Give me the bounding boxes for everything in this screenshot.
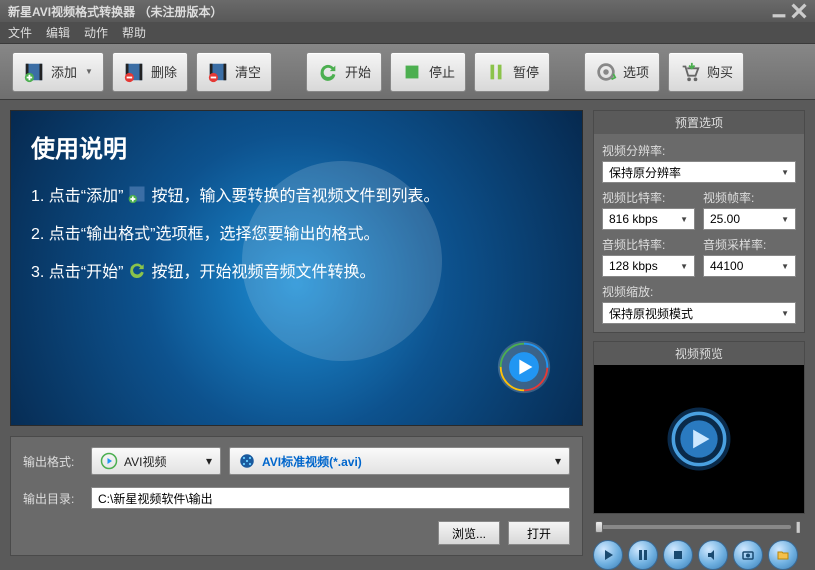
video-res-label: 视频分辨率: <box>602 142 796 159</box>
format-icon <box>238 452 256 470</box>
audio-bitrate-select[interactable]: 128 kbps▼ <box>602 255 695 277</box>
audio-sample-select[interactable]: 44100▼ <box>703 255 796 277</box>
refresh-icon <box>127 260 147 280</box>
preset-title: 预置选项 <box>594 111 804 134</box>
audio-sample-label: 音频采样率: <box>703 236 796 253</box>
stop-icon <box>401 61 423 83</box>
pause-button[interactable]: 暂停 <box>474 52 550 92</box>
preview-panel: 视频预览 <box>593 341 805 514</box>
video-fps-label: 视频帧率: <box>703 189 796 206</box>
output-dir-label: 输出目录: <box>23 490 83 507</box>
video-scale-label: 视频缩放: <box>602 283 796 300</box>
stop-button[interactable]: 停止 <box>390 52 466 92</box>
audio-bitrate-label: 音频比特率: <box>602 236 695 253</box>
seek-slider-row: ▌ <box>593 522 805 532</box>
open-button[interactable]: 打开 <box>508 521 570 545</box>
preset-panel: 预置选项 视频分辨率: 保持原分辨率▼ 视频比特率: 816 kbps▼ 视频帧… <box>593 110 805 333</box>
pause-icon <box>485 61 507 83</box>
preview-area <box>594 365 804 513</box>
video-scale-select[interactable]: 保持原视频模式▼ <box>602 302 796 324</box>
banner-heading: 使用说明 <box>31 129 562 164</box>
add-button[interactable]: 添加▼ <box>12 52 104 92</box>
film-delete-icon <box>123 61 145 83</box>
menu-help[interactable]: 帮助 <box>122 24 146 41</box>
output-format-category[interactable]: AVI视频 ▾ <box>91 447 221 475</box>
seek-end-icon: ▌ <box>797 522 803 532</box>
preview-title: 视频预览 <box>594 342 804 365</box>
menubar: 文件 编辑 动作 帮助 <box>0 22 815 44</box>
delete-button[interactable]: 删除 <box>112 52 188 92</box>
dropdown-icon: ▼ <box>85 67 93 76</box>
start-button[interactable]: 开始 <box>306 52 382 92</box>
play-circle-icon <box>100 452 118 470</box>
options-button[interactable]: 选项 <box>584 52 660 92</box>
titlebar: 新星AVI视频格式转换器 （未注册版本） <box>0 0 815 22</box>
film-clear-icon <box>207 61 229 83</box>
minimize-button[interactable] <box>771 4 787 18</box>
output-format-detail[interactable]: AVI标准视频(*.avi) ▾ <box>229 447 570 475</box>
output-dir-input[interactable] <box>91 487 570 509</box>
video-fps-select[interactable]: 25.00▼ <box>703 208 796 230</box>
menu-action[interactable]: 动作 <box>84 24 108 41</box>
film-add-icon <box>23 61 45 83</box>
film-add-icon <box>127 184 147 204</box>
toolbar: 添加▼ 删除 清空 开始 停止 暂停 选项 购买 <box>0 44 815 100</box>
refresh-icon <box>317 61 339 83</box>
menu-edit[interactable]: 编辑 <box>46 24 70 41</box>
video-bitrate-select[interactable]: 816 kbps▼ <box>602 208 695 230</box>
play-circle-icon <box>664 404 734 474</box>
buy-button[interactable]: 购买 <box>668 52 744 92</box>
video-res-select[interactable]: 保持原分辨率▼ <box>602 161 796 183</box>
video-bitrate-label: 视频比特率: <box>602 189 695 206</box>
menu-file[interactable]: 文件 <box>8 24 32 41</box>
output-panel: 输出格式: AVI视频 ▾ AVI标准视频(*.avi) ▾ 输出目录: 浏览.… <box>10 436 583 556</box>
cart-icon <box>679 61 701 83</box>
output-format-label: 输出格式: <box>23 453 83 470</box>
seek-slider[interactable] <box>595 525 791 529</box>
close-button[interactable] <box>791 4 807 18</box>
instructions-banner: 使用说明 1. 点击“添加” 按钮，输入要转换的音视频文件到列表。 2. 点击“… <box>10 110 583 426</box>
browse-button[interactable]: 浏览... <box>438 521 500 545</box>
window-title: 新星AVI视频格式转换器 （未注册版本） <box>8 3 222 20</box>
clear-button[interactable]: 清空 <box>196 52 272 92</box>
gear-icon <box>595 61 617 83</box>
play-circle-icon <box>496 339 552 395</box>
